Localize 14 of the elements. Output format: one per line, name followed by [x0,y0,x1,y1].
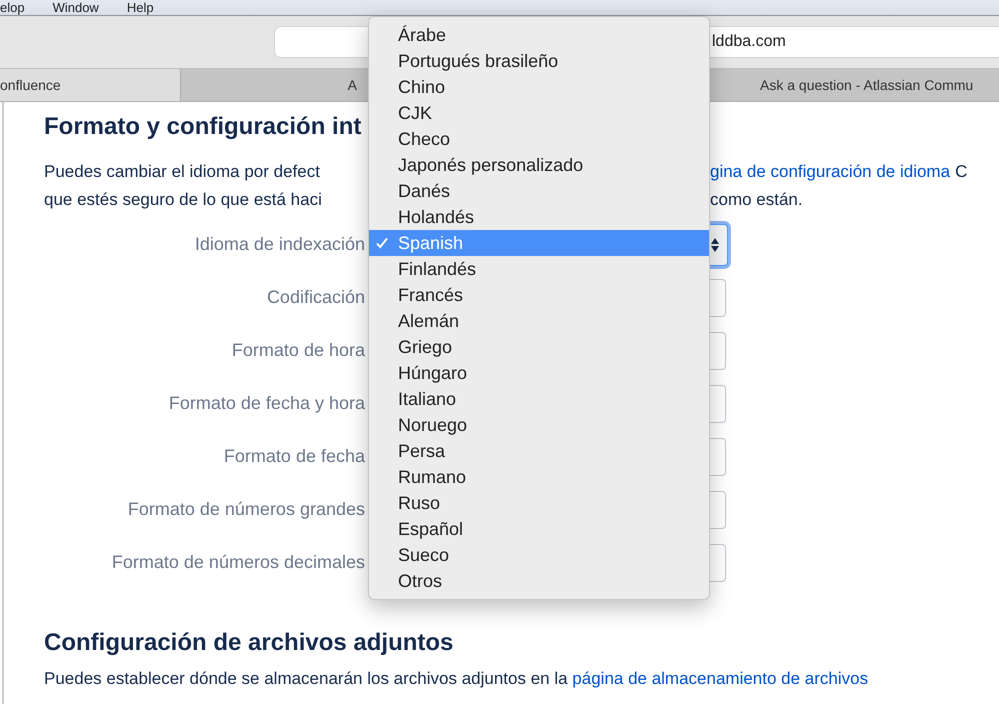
field-label: Codificación [266,287,365,307]
field-label: Formato de números decimales [112,552,365,572]
field-label: Idioma de indexación [194,234,365,254]
paragraph-text: C [955,161,968,183]
field-label: Formato de fecha y hora [168,393,365,413]
field-label: Formato de hora [232,340,365,360]
paragraph-text: que estés seguro de lo que está haci [44,190,322,209]
paragraph-text: como están. [710,189,803,211]
paragraph-text: Puedes cambiar el idioma por defect [44,162,320,181]
field-label: Formato de números grandes [128,499,365,519]
field-label: Formato de fecha [224,446,365,466]
section-heading: Configuración de archivos adjuntos [44,629,454,656]
section-heading: Formato y configuración int [44,113,362,140]
paragraph-text: Puedes establecer dónde se almacenarán los archivos adjuntos en la página de almacenamiento de archivos [43,669,870,689]
